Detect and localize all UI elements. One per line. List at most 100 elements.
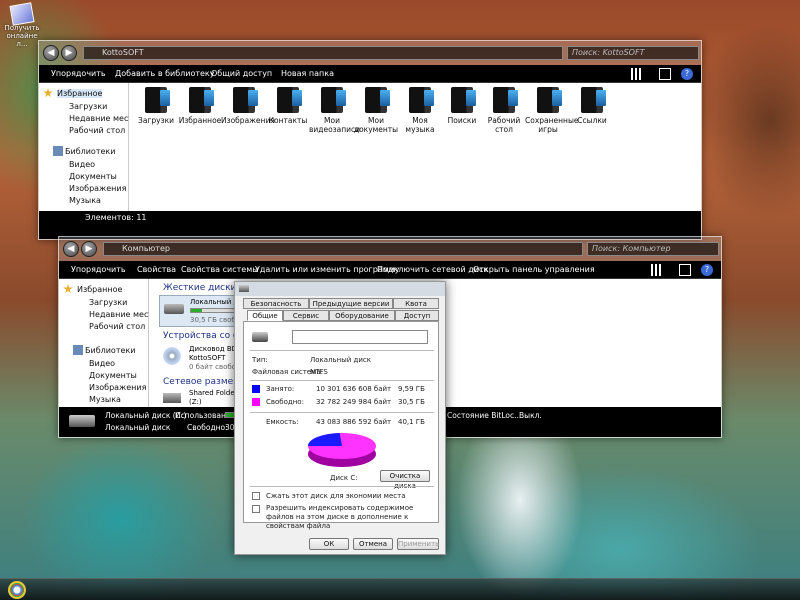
network-drive-letter: (Z:): [189, 398, 202, 406]
nav-pictures[interactable]: Изображения: [69, 184, 126, 193]
address-bar[interactable]: KottoSOFT: [83, 46, 563, 60]
system-properties-button[interactable]: Свойства системы: [181, 265, 259, 274]
folder-icon: [493, 87, 518, 113]
folder-item[interactable]: Ссылки: [569, 87, 615, 125]
start-button[interactable]: [8, 581, 26, 599]
address-bar[interactable]: Компьютер: [103, 242, 583, 256]
type-value: Локальный диск: [310, 356, 372, 364]
folder-icon: [277, 87, 302, 113]
views-icon[interactable]: [651, 264, 663, 276]
tab-general[interactable]: Общие: [247, 310, 283, 321]
window-titlebar: ◀ ▶ Компьютер Поиск: Компьютер: [59, 237, 721, 261]
organize-button[interactable]: Упорядочить: [71, 265, 126, 274]
nav-desktop[interactable]: Рабочий стол: [89, 322, 145, 331]
libraries-icon: [73, 345, 83, 355]
nav-documents[interactable]: Документы: [89, 371, 137, 380]
cancel-button[interactable]: Отмена: [353, 538, 393, 550]
folder-item[interactable]: Изображения: [221, 87, 275, 125]
nav-downloads[interactable]: Загрузки: [69, 102, 107, 111]
libraries-icon: [53, 146, 63, 156]
folder-icon: [409, 87, 434, 113]
used-color-swatch: [252, 385, 260, 393]
folder-icon: [451, 87, 476, 113]
dvd-drive[interactable]: Дисковод BD-R... KottoSOFT 0 байт свобод…: [159, 343, 251, 375]
tab-sharing[interactable]: Доступ: [395, 310, 439, 321]
preview-pane-icon[interactable]: [659, 68, 671, 80]
back-button[interactable]: ◀: [63, 241, 79, 257]
help-icon[interactable]: ?: [701, 264, 713, 276]
kottosoft-window: ◀ ▶ KottoSOFT Поиск: KottoSOFT Упорядочи…: [38, 40, 702, 240]
properties-button[interactable]: Свойства: [137, 265, 176, 274]
folder-item[interactable]: Контакты: [265, 87, 311, 125]
nav-libraries[interactable]: Библиотеки: [85, 346, 135, 355]
forward-button[interactable]: ▶: [61, 45, 77, 61]
separator: [250, 380, 434, 381]
tab-security[interactable]: Безопасность: [243, 298, 309, 309]
folder-item[interactable]: Мои документы: [353, 87, 399, 134]
disk-cleanup-button[interactable]: Очистка диска: [380, 470, 430, 490]
folder-item[interactable]: Моя музыка: [397, 87, 443, 134]
separator: [250, 412, 434, 413]
folder-item[interactable]: Сохраненные игры: [525, 87, 578, 134]
tab-hardware[interactable]: Оборудование: [329, 310, 395, 321]
folder-icon: [145, 87, 170, 113]
volume-label-input[interactable]: [292, 330, 428, 344]
nav-recent-places[interactable]: Недавние места: [89, 310, 158, 319]
file-list: Загрузки Избранное Изображения Контакты …: [129, 83, 701, 211]
nav-music[interactable]: Музыка: [69, 196, 101, 205]
search-input[interactable]: Поиск: Компьютер: [587, 242, 719, 256]
navigation-pane: Избранное Загрузки Недавние места Рабочи…: [39, 83, 138, 211]
folder-item[interactable]: Загрузки: [133, 87, 179, 125]
drive-c-usage-bar: [190, 308, 238, 313]
folder-item[interactable]: Избранное: [177, 87, 223, 125]
used-gb: 9,59 ГБ: [398, 385, 425, 393]
tab-previous-versions[interactable]: Предыдущие версии: [309, 298, 393, 309]
nav-video[interactable]: Видео: [89, 359, 115, 368]
help-icon[interactable]: ?: [681, 68, 693, 80]
item-count: Элементов: 11: [85, 213, 147, 222]
drive-title-icon: [239, 285, 249, 292]
nav-documents[interactable]: Документы: [69, 172, 117, 181]
nav-favorites[interactable]: Избранное: [57, 89, 103, 98]
drive-c[interactable]: Локальный дис... 30,5 ГБ свобод...: [159, 295, 253, 327]
new-folder-button[interactable]: Новая папка: [281, 69, 334, 78]
ok-button[interactable]: ОК: [309, 538, 349, 550]
compress-checkbox[interactable]: [252, 492, 260, 500]
capacity-label: Емкость:: [266, 418, 299, 426]
folder-item[interactable]: Поиски: [439, 87, 485, 125]
add-to-library-button[interactable]: Добавить в библиотеку: [115, 69, 215, 78]
nav-music[interactable]: Музыка: [89, 395, 121, 404]
taskbar: [0, 578, 800, 600]
dvd-volume: KottoSOFT: [189, 354, 226, 362]
nav-downloads[interactable]: Загрузки: [89, 298, 127, 307]
search-input[interactable]: Поиск: KottoSOFT: [567, 46, 699, 60]
apply-button[interactable]: Применить: [397, 538, 439, 550]
share-button[interactable]: Общий доступ: [211, 69, 272, 78]
folder-item[interactable]: Мои видеозаписи: [309, 87, 360, 134]
open-control-panel-button[interactable]: Открыть панель управления: [473, 265, 595, 274]
nav-favorites[interactable]: Избранное: [77, 285, 122, 294]
nav-pictures[interactable]: Изображения: [89, 383, 146, 392]
general-tab-panel: Тип: Локальный диск Файловая система: NT…: [243, 321, 439, 530]
forward-button[interactable]: ▶: [81, 241, 97, 257]
nav-video[interactable]: Видео: [69, 160, 95, 169]
preview-pane-icon[interactable]: [679, 264, 691, 276]
views-icon[interactable]: [631, 68, 643, 80]
map-network-drive-button[interactable]: Подключить сетевой диск: [377, 265, 488, 274]
folder-icon: [321, 87, 346, 113]
back-button[interactable]: ◀: [43, 45, 59, 61]
tab-tools[interactable]: Сервис: [283, 310, 329, 321]
tab-quota[interactable]: Квота: [393, 298, 439, 309]
organize-button[interactable]: Упорядочить: [51, 69, 106, 78]
network-drive-icon: [163, 393, 181, 403]
nav-libraries[interactable]: Библиотеки: [65, 147, 115, 156]
capacity-gb: 40,1 ГБ: [398, 418, 425, 426]
network-drive[interactable]: Shared Folders (Z:): [159, 389, 241, 409]
folder-item[interactable]: Рабочий стол: [481, 87, 527, 134]
command-bar: Упорядочить Добавить в библиотеку Общий …: [39, 65, 701, 83]
free-color-swatch: [252, 398, 260, 406]
type-label: Тип:: [252, 356, 268, 364]
nav-recent-places[interactable]: Недавние места: [69, 114, 138, 123]
nav-desktop[interactable]: Рабочий стол: [69, 126, 125, 135]
index-checkbox[interactable]: [252, 505, 260, 513]
